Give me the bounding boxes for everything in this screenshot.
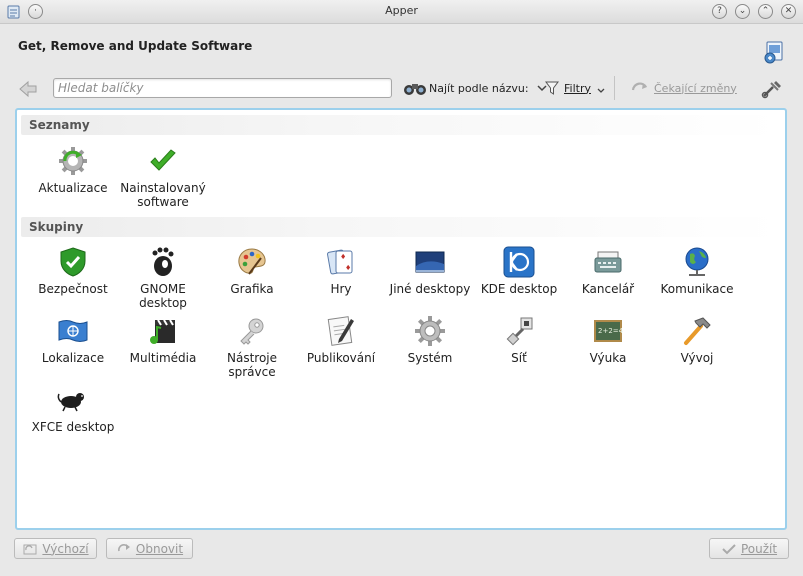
group-item-label: Bezpečnost — [38, 282, 108, 296]
pending-changes-icon — [631, 82, 647, 91]
group-item-label: Výuka — [589, 351, 627, 365]
reset-button[interactable]: Obnovit — [106, 538, 193, 559]
group-item-label: GNOME desktop — [139, 282, 187, 310]
group-item-label: Systém — [407, 351, 453, 365]
shield-icon — [60, 247, 86, 277]
group-item-label: Vývoj — [680, 351, 714, 365]
gear-update-icon — [59, 147, 87, 175]
maximize-button[interactable]: ⌃ — [758, 4, 773, 19]
page-header: Get, Remove and Update Software — [0, 24, 803, 68]
flag-icon — [58, 320, 88, 342]
defaults-button[interactable]: Výchozí — [14, 538, 97, 559]
apply-check-icon — [722, 543, 736, 554]
minimize-button[interactable]: ⌄ — [735, 4, 750, 19]
list-item-updates-label: Aktualizace — [38, 181, 108, 195]
defaults-label: Výchozí — [42, 541, 89, 556]
cards-icon: ♦ ♦ — [327, 249, 353, 275]
checkmark-icon — [150, 149, 176, 171]
group-item-gnome[interactable]: GNOME desktop — [118, 246, 208, 310]
group-item-multimedia[interactable]: Multimédia — [118, 315, 208, 365]
funnel-icon — [545, 81, 559, 95]
list-item-installed-label: Nainstalovaný software — [120, 181, 206, 209]
svg-text:2+2=4: 2+2=4 — [598, 327, 624, 335]
group-item-network[interactable]: Síť — [474, 315, 564, 365]
group-item-system[interactable]: Systém — [385, 315, 475, 365]
toolbar-separator — [614, 76, 615, 100]
find-by-name-dropdown[interactable]: Najít podle názvu: — [403, 78, 549, 98]
desktop-icon — [415, 251, 445, 273]
search-input[interactable] — [53, 78, 392, 98]
kde-icon — [503, 246, 535, 278]
apply-label: Použít — [740, 541, 778, 556]
window-title: Apper — [385, 4, 418, 17]
group-item-publishing[interactable]: Publikování — [296, 315, 386, 365]
hammer-icon — [684, 317, 711, 345]
group-item-office[interactable]: Kancelář — [563, 246, 653, 296]
palette-icon — [238, 248, 266, 275]
main-panel: Seznamy Aktualizace Nainstalovaný softwa… — [15, 108, 787, 530]
group-item-label: Nástroje správce — [226, 351, 277, 379]
lists-section-title: Seznamy — [21, 115, 781, 135]
filters-label: Filtry — [564, 81, 591, 95]
defaults-icon — [23, 544, 37, 554]
group-item-label: Komunikace — [660, 282, 734, 296]
group-item-label: Publikování — [306, 351, 376, 365]
reset-icon — [118, 543, 130, 551]
groups-section-title: Skupiny — [21, 217, 781, 237]
xfce-mouse-icon — [57, 393, 84, 412]
group-item-education[interactable]: 2+2=4 Výuka — [563, 315, 653, 365]
group-item-label: XFCE desktop — [31, 420, 115, 434]
toolbar: Najít podle názvu: Filtry Čekající změny — [0, 70, 803, 106]
network-plug-icon — [506, 317, 533, 346]
reset-label: Obnovit — [135, 541, 184, 556]
group-item-label: Grafika — [230, 282, 274, 296]
binoculars-icon — [404, 84, 426, 95]
tools-settings-icon[interactable] — [761, 79, 783, 99]
group-item-label: Síť — [511, 351, 527, 365]
svg-text:♦: ♦ — [345, 264, 351, 272]
cog-icon — [415, 316, 445, 346]
group-item-label: Hry — [330, 282, 352, 296]
help-button[interactable]: ? — [712, 4, 727, 19]
group-item-security[interactable]: Bezpečnost — [28, 246, 118, 296]
close-button[interactable]: ✕ — [781, 4, 796, 19]
filters-menu-button[interactable]: Filtry — [544, 78, 606, 98]
group-item-kde[interactable]: KDE desktop — [474, 246, 564, 296]
apply-button[interactable]: Použít — [709, 538, 789, 559]
typewriter-icon — [594, 251, 622, 273]
group-item-xfce[interactable]: XFCE desktop — [28, 384, 118, 434]
group-item-label: Multimédia — [129, 351, 197, 365]
svg-text:♦: ♦ — [340, 253, 346, 261]
title-bar: · Apper ? ⌄ ⌃ ✕ — [0, 0, 803, 24]
group-item-label: Kancelář — [581, 282, 635, 296]
pending-changes-label: Čekající změny — [654, 81, 737, 95]
group-item-communication[interactable]: Komunikace — [652, 246, 742, 296]
group-item-other-desktops[interactable]: Jiné desktopy — [385, 246, 475, 296]
group-item-games[interactable]: ♦ ♦ Hry — [296, 246, 386, 296]
lists-section: Seznamy — [21, 115, 781, 135]
page-title: Get, Remove and Update Software — [18, 39, 253, 53]
group-item-development[interactable]: Vývoj — [652, 315, 742, 365]
find-by-name-label: Najít podle názvu: — [429, 81, 529, 95]
group-item-label: Jiné desktopy — [389, 282, 471, 296]
chalkboard-icon: 2+2=4 — [594, 320, 624, 342]
gnome-foot-icon — [152, 247, 174, 276]
list-item-installed[interactable]: Nainstalovaný software — [118, 145, 208, 209]
pencil-paper-icon — [327, 316, 354, 346]
key-icon — [240, 318, 264, 345]
chevron-down-small-icon — [597, 88, 605, 93]
list-item-updates[interactable]: Aktualizace — [28, 145, 118, 195]
clapperboard-icon — [150, 319, 175, 344]
software-settings-icon — [764, 41, 783, 64]
globe-icon — [685, 247, 709, 276]
group-item-label: KDE desktop — [480, 282, 558, 296]
group-item-label: Lokalizace — [41, 351, 105, 365]
group-item-localization[interactable]: Lokalizace — [28, 315, 118, 365]
pending-changes-button[interactable]: Čekající změny — [630, 78, 737, 98]
group-item-graphics[interactable]: Grafika — [207, 246, 297, 296]
groups-section: Skupiny — [21, 217, 781, 237]
back-arrow-icon[interactable] — [17, 79, 39, 99]
group-item-admin-tools[interactable]: Nástroje správce — [207, 315, 297, 379]
